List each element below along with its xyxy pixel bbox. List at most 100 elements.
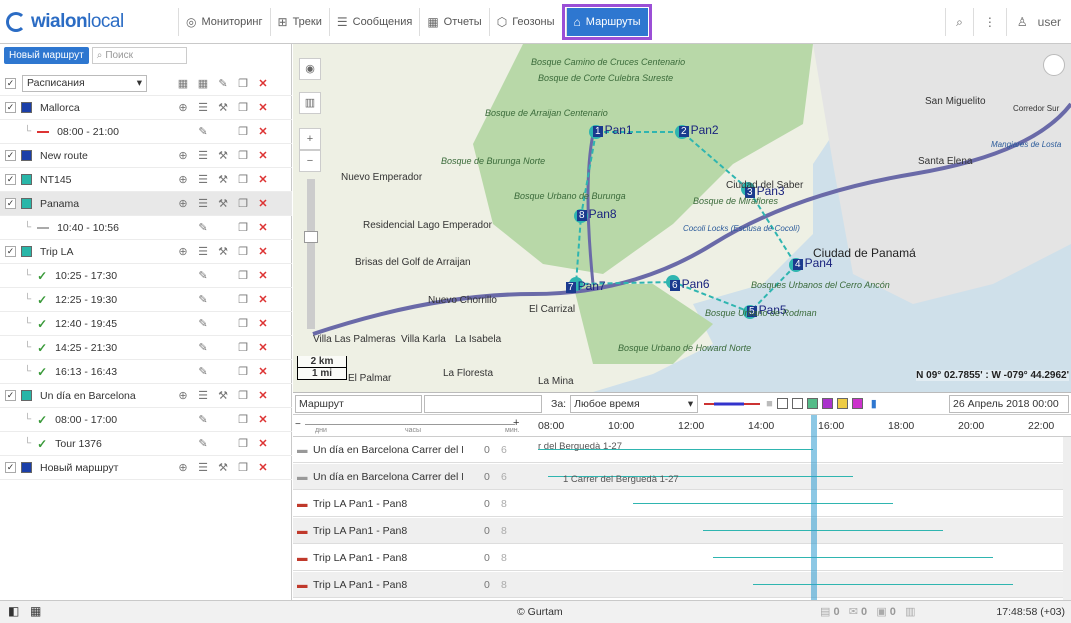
grid-icon[interactable]: ▦ xyxy=(30,604,41,618)
schedule-row[interactable]: └ 08:00 - 21:00 ✎ ❐ ✕ xyxy=(0,120,292,144)
logo[interactable]: wialonlocal xyxy=(6,10,124,34)
schedule-icon[interactable]: ⊕ xyxy=(173,101,193,114)
counter-2[interactable]: 0 xyxy=(861,606,867,618)
schedule-icon[interactable]: ⊕ xyxy=(173,245,193,258)
delete-icon[interactable]: ✕ xyxy=(253,245,273,258)
current-time-marker[interactable] xyxy=(811,415,817,601)
wrench-icon[interactable]: ⚒ xyxy=(213,173,233,186)
copy-icon[interactable]: ❐ xyxy=(233,413,253,426)
schedule-row[interactable]: └ ✓ 14:25 - 21:30 ✎ ❐ ✕ xyxy=(0,336,292,360)
edit-icon[interactable]: ✎ xyxy=(193,341,213,354)
search-input[interactable]: ⌕ Поиск xyxy=(91,47,187,64)
route-checkbox[interactable]: ✓ xyxy=(5,462,16,473)
timeline-bar[interactable] xyxy=(703,530,943,531)
date-input[interactable]: 26 Апрель 2018 00:00 xyxy=(949,394,1069,413)
wrench-icon[interactable]: ⚒ xyxy=(213,197,233,210)
route-checkbox[interactable]: ✓ xyxy=(5,174,16,185)
route-row[interactable]: ✓ Panama ⊕ ☰ ⚒ ❐ ✕ xyxy=(0,192,292,216)
zoom-in-button[interactable]: + xyxy=(299,128,321,150)
delete-icon[interactable]: ✕ xyxy=(253,341,273,354)
schedule-icon[interactable]: ⊕ xyxy=(173,389,193,402)
schedule-filter-select[interactable]: Расписания ▾ xyxy=(22,75,147,92)
route-filter-input[interactable] xyxy=(424,394,542,413)
schedule-row[interactable]: └ 10:40 - 10:56 ✎ ❐ ✕ xyxy=(0,216,292,240)
route-color-swatch[interactable] xyxy=(21,150,32,161)
schedule-row[interactable]: └ ✓ Tour 1376 ✎ ❐ ✕ xyxy=(0,432,292,456)
zoom-slider-handle[interactable] xyxy=(304,231,318,243)
calendar-icon[interactable]: ▦ xyxy=(193,77,213,90)
route-row[interactable]: ✓ Un día en Barcelona ⊕ ☰ ⚒ ❐ ✕ xyxy=(0,384,292,408)
timeline-bar[interactable] xyxy=(713,557,993,558)
route-color-swatch[interactable] xyxy=(21,198,32,209)
edit-icon[interactable]: ✎ xyxy=(193,413,213,426)
route-checkbox[interactable]: ✓ xyxy=(5,102,16,113)
timeline-bar[interactable] xyxy=(753,584,1013,585)
list-icon[interactable]: ☰ xyxy=(193,461,213,474)
route-select[interactable]: Маршрут xyxy=(295,394,422,413)
copy-icon[interactable]: ❐ xyxy=(233,389,253,402)
tab-tracks[interactable]: ⊞ Треки xyxy=(269,8,329,36)
edit-icon[interactable]: ✎ xyxy=(193,317,213,330)
panel-toggle-icon[interactable]: ◧ xyxy=(8,604,19,618)
list-icon[interactable]: ☰ xyxy=(193,149,213,162)
delete-icon[interactable]: ✕ xyxy=(253,197,273,210)
list-icon[interactable]: ☰ xyxy=(193,173,213,186)
map-type-button[interactable]: ▥ xyxy=(299,92,321,114)
counter-3[interactable]: 0 xyxy=(890,606,896,618)
zoom-out-button[interactable]: − xyxy=(299,150,321,172)
delete-icon[interactable]: ✕ xyxy=(253,389,273,402)
edit-icon[interactable]: ✎ xyxy=(193,365,213,378)
route-color-swatch[interactable] xyxy=(21,390,32,401)
delete-icon[interactable]: ✕ xyxy=(253,149,273,162)
route-color-swatch[interactable] xyxy=(21,246,32,257)
tab-monitoring[interactable]: ◎ Мониторинг xyxy=(178,8,270,36)
color-tool-icon[interactable] xyxy=(806,398,818,409)
copy-icon[interactable]: ❐ xyxy=(233,293,253,306)
copy-icon[interactable]: ❐ xyxy=(233,173,253,186)
list-icon[interactable]: ☰ xyxy=(193,245,213,258)
schedule-row[interactable]: └ ✓ 16:13 - 16:43 ✎ ❐ ✕ xyxy=(0,360,292,384)
zoom-slider[interactable] xyxy=(304,179,318,329)
color-tool-icon[interactable] xyxy=(821,398,833,409)
delete-icon[interactable]: ✕ xyxy=(253,77,273,90)
schedule-icon[interactable]: ⊕ xyxy=(173,197,193,210)
route-row[interactable]: ✓ Trip LA ⊕ ☰ ⚒ ❐ ✕ xyxy=(0,240,292,264)
copy-icon[interactable]: ❐ xyxy=(233,245,253,258)
list-icon[interactable]: ☰ xyxy=(193,197,213,210)
timeline-row[interactable]: ▬ Trip LA Pan1 - Pan8 0 8 xyxy=(293,518,1071,544)
wrench-icon[interactable]: ⚒ xyxy=(213,389,233,402)
schedule-row[interactable]: └ ✓ 12:25 - 19:30 ✎ ❐ ✕ xyxy=(0,288,292,312)
route-checkbox[interactable]: ✓ xyxy=(5,390,16,401)
timeline-row[interactable]: ▬ Trip LA Pan1 - Pan8 0 8 xyxy=(293,572,1071,598)
timeline-row[interactable]: ▬ Un día en Barcelona Carrer del Berg 0 … xyxy=(293,464,1071,490)
timeline-bar[interactable] xyxy=(633,503,893,504)
wrench-icon[interactable]: ✎ xyxy=(213,77,233,90)
edit-icon[interactable]: ✎ xyxy=(193,437,213,450)
edit-icon[interactable]: ✎ xyxy=(193,293,213,306)
more-icon[interactable]: ⋮ xyxy=(972,8,1006,36)
timeline-row[interactable]: ▬ Trip LA Pan1 - Pan8 0 8 xyxy=(293,491,1071,517)
wrench-icon[interactable]: ⚒ xyxy=(213,101,233,114)
tab-routes[interactable]: ⌂ Маршруты xyxy=(561,4,652,40)
timeline-row[interactable]: ▬ Trip LA Pan1 - Pan8 0 8 xyxy=(293,545,1071,571)
route-checkbox[interactable]: ✓ xyxy=(5,246,16,257)
copy-icon[interactable]: ❐ xyxy=(233,269,253,282)
delete-icon[interactable]: ✕ xyxy=(253,437,273,450)
copy-icon[interactable]: ❐ xyxy=(233,149,253,162)
delete-icon[interactable]: ✕ xyxy=(253,221,273,234)
layers-button[interactable]: ◉ xyxy=(299,58,321,80)
edit-icon[interactable]: ✎ xyxy=(193,221,213,234)
route-row[interactable]: ✓ New route ⊕ ☰ ⚒ ❐ ✕ xyxy=(0,144,292,168)
route-color-swatch[interactable] xyxy=(21,174,32,185)
schedule-row[interactable]: └ ✓ 12:40 - 19:45 ✎ ❐ ✕ xyxy=(0,312,292,336)
color-tool-icon[interactable] xyxy=(851,398,863,409)
copy-icon[interactable]: ❐ xyxy=(233,125,253,138)
copy-icon[interactable]: ❐ xyxy=(233,101,253,114)
delete-icon[interactable]: ✕ xyxy=(253,365,273,378)
schedule-icon[interactable]: ⊕ xyxy=(173,173,193,186)
route-checkbox[interactable]: ✓ xyxy=(5,150,16,161)
counter-1[interactable]: 0 xyxy=(833,606,839,618)
color-tool-icon[interactable] xyxy=(836,398,848,409)
user-menu[interactable]: ♙ user xyxy=(1005,8,1071,36)
delete-icon[interactable]: ✕ xyxy=(253,413,273,426)
